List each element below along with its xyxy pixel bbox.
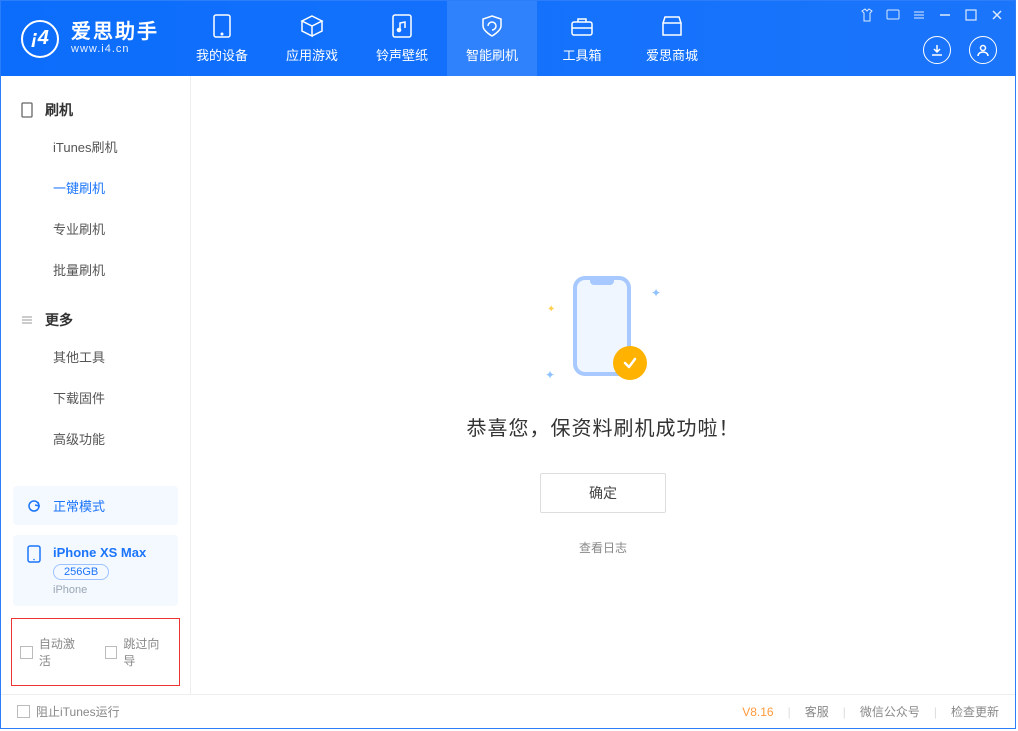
sparkle-icon: ✦ [545,368,555,382]
tab-ringtone[interactable]: 铃声壁纸 [357,1,447,76]
checkbox-auto-activate[interactable]: 自动激活 [20,635,87,669]
tab-label: 爱思商城 [646,45,698,64]
version-label: V8.16 [742,705,773,719]
app-header: ¡4 爱思助手 www.i4.cn 我的设备 应用游戏 铃声壁纸 智能刷机 [1,1,1015,76]
sidebar-item-pro-flash[interactable]: 专业刷机 [1,208,190,249]
footer-link-update[interactable]: 检查更新 [951,703,999,720]
tab-my-device[interactable]: 我的设备 [177,1,267,76]
checkbox-icon [17,705,30,718]
tab-label: 智能刷机 [466,45,518,64]
checkbox-label: 跳过向导 [123,635,171,669]
tshirt-icon[interactable] [859,7,875,23]
store-icon [659,13,685,39]
phone-small-icon [25,545,43,563]
footer: 阻止iTunes运行 V8.16 | 客服 | 微信公众号 | 检查更新 [1,694,1015,728]
tab-store[interactable]: 爱思商城 [627,1,717,76]
checkbox-icon [105,646,118,659]
options-row: 自动激活 跳过向导 [11,618,180,686]
device-small-icon [19,102,35,118]
checkbox-skip-guide[interactable]: 跳过向导 [105,635,172,669]
minimize-button[interactable] [937,7,953,23]
sidebar-item-download-firmware[interactable]: 下载固件 [1,377,190,418]
menu-icon[interactable] [911,7,927,23]
phone-icon [209,13,235,39]
separator: | [934,705,937,719]
ok-button[interactable]: 确定 [540,473,666,513]
toolbox-icon [569,13,595,39]
checkbox-label: 阻止iTunes运行 [36,703,120,720]
cube-icon [299,13,325,39]
download-icon[interactable] [923,36,951,64]
sidebar-section-flash: 刷机 [1,94,190,126]
window-controls [859,7,1005,23]
device-name: iPhone XS Max [53,545,146,560]
close-button[interactable] [989,7,1005,23]
separator: | [788,705,791,719]
sidebar-item-itunes-flash[interactable]: iTunes刷机 [1,126,190,167]
sidebar-item-onekey-flash[interactable]: 一键刷机 [1,167,190,208]
tab-label: 应用游戏 [286,45,338,64]
sidebar-section-more: 更多 [1,304,190,336]
success-illustration: ✦ ✦ ✦ [543,266,663,386]
maximize-button[interactable] [963,7,979,23]
sidebar: 刷机 iTunes刷机 一键刷机 专业刷机 批量刷机 更多 其他工具 下载固件 … [1,76,191,694]
check-badge-icon [613,346,647,380]
success-message: 恭喜您，保资料刷机成功啦！ [467,412,740,441]
sidebar-item-other-tools[interactable]: 其他工具 [1,336,190,377]
checkbox-block-itunes[interactable]: 阻止iTunes运行 [17,703,120,720]
tab-apps[interactable]: 应用游戏 [267,1,357,76]
music-file-icon [389,13,415,39]
device-info-box[interactable]: iPhone XS Max 256GB iPhone [13,535,178,606]
tab-label: 铃声壁纸 [376,45,428,64]
logo: ¡4 爱思助手 www.i4.cn [1,1,177,76]
sparkle-icon: ✦ [547,304,555,315]
footer-link-wechat[interactable]: 微信公众号 [860,703,920,720]
user-icon[interactable] [969,36,997,64]
device-mode-box[interactable]: 正常模式 [13,486,178,525]
main-content: ✦ ✦ ✦ 恭喜您，保资料刷机成功啦！ 确定 查看日志 [191,76,1015,694]
device-mode-label: 正常模式 [53,496,105,515]
app-subtitle: www.i4.cn [71,43,159,55]
separator: | [843,705,846,719]
app-title: 爱思助手 [71,21,159,43]
sparkle-icon: ✦ [651,286,661,300]
section-label: 更多 [45,310,73,330]
tab-flash[interactable]: 智能刷机 [447,1,537,76]
sidebar-item-advanced[interactable]: 高级功能 [1,418,190,459]
tab-toolbox[interactable]: 工具箱 [537,1,627,76]
footer-link-service[interactable]: 客服 [805,703,829,720]
logo-icon: ¡4 [21,20,59,58]
shield-sync-icon [479,13,505,39]
tab-label: 工具箱 [562,45,601,64]
checkbox-label: 自动激活 [39,635,87,669]
feedback-icon[interactable] [885,7,901,23]
device-type: iPhone [53,584,146,596]
checkbox-icon [20,646,33,659]
view-log-link[interactable]: 查看日志 [579,539,627,556]
tab-label: 我的设备 [196,45,248,64]
list-icon [19,312,35,328]
sidebar-item-batch-flash[interactable]: 批量刷机 [1,249,190,290]
main-tabs: 我的设备 应用游戏 铃声壁纸 智能刷机 工具箱 爱思商城 [177,1,717,76]
sync-icon [25,497,43,515]
device-storage: 256GB [53,564,109,580]
section-label: 刷机 [45,100,73,120]
